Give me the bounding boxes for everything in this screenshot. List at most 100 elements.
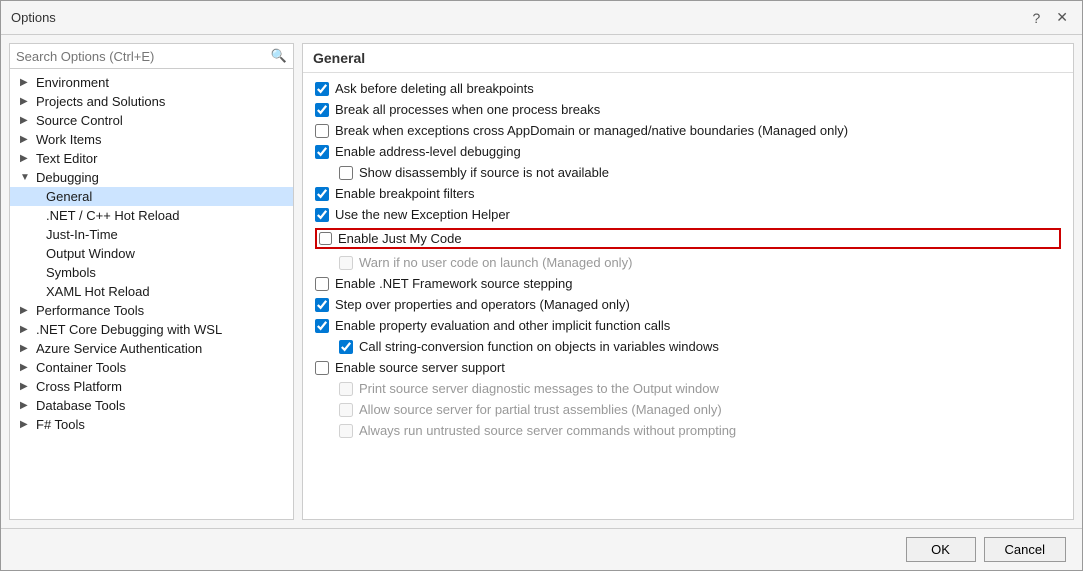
- option-row: Call string-conversion function on objec…: [315, 339, 1061, 354]
- tree-item-label: Azure Service Authentication: [36, 341, 202, 356]
- checkbox-opt3[interactable]: [315, 124, 329, 138]
- option-row: Ask before deleting all breakpoints: [315, 81, 1061, 96]
- tree-item-cross-platform[interactable]: ▶Cross Platform: [10, 377, 293, 396]
- option-row: Enable breakpoint filters: [315, 186, 1061, 201]
- checkbox-opt4[interactable]: [315, 145, 329, 159]
- checkbox-opt11[interactable]: [315, 298, 329, 312]
- tree-item-label: Text Editor: [36, 151, 97, 166]
- tree-child-symbols[interactable]: Symbols: [10, 263, 293, 282]
- checkbox-opt15: [339, 382, 353, 396]
- tree-item-database-tools[interactable]: ▶Database Tools: [10, 396, 293, 415]
- option-label[interactable]: Enable address-level debugging: [335, 144, 521, 159]
- option-row: Step over properties and operators (Mana…: [315, 297, 1061, 312]
- option-row: Break when exceptions cross AppDomain or…: [315, 123, 1061, 138]
- tree-item-label: Projects and Solutions: [36, 94, 165, 109]
- option-row: Enable source server support: [315, 360, 1061, 375]
- checkbox-opt14[interactable]: [315, 361, 329, 375]
- checkbox-opt17: [339, 424, 353, 438]
- checkbox-opt9: [339, 256, 353, 270]
- option-label[interactable]: Enable breakpoint filters: [335, 186, 474, 201]
- expand-arrow-icon: ▶: [20, 153, 32, 164]
- checkbox-opt2[interactable]: [315, 103, 329, 117]
- option-row: Enable address-level debugging: [315, 144, 1061, 159]
- tree-item-f#-tools[interactable]: ▶F# Tools: [10, 415, 293, 434]
- tree-item-label: Source Control: [36, 113, 123, 128]
- title-bar-controls: ? ✕: [1028, 7, 1072, 28]
- tree-child-general[interactable]: General: [10, 187, 293, 206]
- expand-arrow-icon: ▶: [20, 96, 32, 107]
- tree-item-.net-core-debugging-with-wsl[interactable]: ▶.NET Core Debugging with WSL: [10, 320, 293, 339]
- option-label[interactable]: Ask before deleting all breakpoints: [335, 81, 534, 96]
- help-button[interactable]: ?: [1028, 8, 1044, 28]
- search-input[interactable]: [16, 49, 271, 64]
- tree-item-label: Environment: [36, 75, 109, 90]
- tree-item-label: Work Items: [36, 132, 102, 147]
- tree-item-debugging[interactable]: ▼Debugging: [10, 168, 293, 187]
- tree-item-text-editor[interactable]: ▶ Text Editor: [10, 149, 293, 168]
- tree-item-projects-and-solutions[interactable]: ▶ Projects and Solutions: [10, 92, 293, 111]
- option-label[interactable]: Enable Just My Code: [338, 231, 462, 246]
- checkbox-opt1[interactable]: [315, 82, 329, 96]
- tree-child-output-window[interactable]: Output Window: [10, 244, 293, 263]
- tree-item-label: Cross Platform: [36, 379, 122, 394]
- cancel-button[interactable]: Cancel: [984, 537, 1066, 562]
- tree-child--net-c++-hot-reload[interactable]: .NET / C++ Hot Reload: [10, 206, 293, 225]
- checkbox-opt16: [339, 403, 353, 417]
- option-label[interactable]: Break when exceptions cross AppDomain or…: [335, 123, 848, 138]
- dialog-title: Options: [11, 10, 56, 25]
- expand-arrow-icon: ▶: [20, 77, 32, 88]
- checkbox-opt8[interactable]: [319, 232, 332, 245]
- checkbox-opt10[interactable]: [315, 277, 329, 291]
- checkbox-opt6[interactable]: [315, 187, 329, 201]
- checkbox-opt7[interactable]: [315, 208, 329, 222]
- collapse-arrow-icon: ▼: [20, 172, 32, 183]
- expand-arrow-icon: ▶: [20, 134, 32, 145]
- checkbox-opt12[interactable]: [315, 319, 329, 333]
- option-label[interactable]: Break all processes when one process bre…: [335, 102, 600, 117]
- expand-arrow-icon: ▶: [20, 324, 32, 335]
- close-button[interactable]: ✕: [1052, 7, 1072, 28]
- dialog-footer: OK Cancel: [1, 528, 1082, 570]
- option-label: Always run untrusted source server comma…: [359, 423, 736, 438]
- tree-child-xaml-hot-reload[interactable]: XAML Hot Reload: [10, 282, 293, 301]
- option-label[interactable]: Use the new Exception Helper: [335, 207, 510, 222]
- dialog-body: 🔍 ▶Environment▶Projects and Solutions▶So…: [1, 35, 1082, 528]
- options-dialog: Options ? ✕ 🔍 ▶ Environment ▶ Projects and …: [0, 0, 1083, 571]
- right-panel: General Ask before deleting all breakpoi…: [302, 43, 1074, 520]
- option-label[interactable]: Enable source server support: [335, 360, 505, 375]
- search-icon: 🔍: [271, 48, 287, 64]
- option-row: Always run untrusted source server comma…: [315, 423, 1061, 438]
- tree-item-container-tools[interactable]: ▶Container Tools: [10, 358, 293, 377]
- option-row: Use the new Exception Helper: [315, 207, 1061, 222]
- option-label[interactable]: Step over properties and operators (Mana…: [335, 297, 630, 312]
- option-row: Print source server diagnostic messages …: [315, 381, 1061, 396]
- option-label: Print source server diagnostic messages …: [359, 381, 719, 396]
- title-bar: Options ? ✕: [1, 1, 1082, 35]
- tree-item-azure-service-authentication[interactable]: ▶ Azure Service Authentication: [10, 339, 293, 358]
- option-row: Enable .NET Framework source stepping: [315, 276, 1061, 291]
- tree-item-label: Performance Tools: [36, 303, 144, 318]
- tree-item-source-control[interactable]: ▶Source Control: [10, 111, 293, 130]
- tree-container: ▶Environment▶Projects and Solutions▶Sour…: [10, 69, 293, 519]
- option-row: Enable property evaluation and other imp…: [315, 318, 1061, 333]
- expand-arrow-icon: ▶: [20, 305, 32, 316]
- expand-arrow-icon: ▶: [20, 343, 32, 354]
- option-label[interactable]: Call string-conversion function on objec…: [359, 339, 719, 354]
- ok-button[interactable]: OK: [906, 537, 976, 562]
- tree-item-work-items[interactable]: ▶ Work Items: [10, 130, 293, 149]
- option-row: Warn if no user code on launch (Managed …: [315, 255, 1061, 270]
- option-row-highlighted: Enable Just My Code: [315, 228, 1061, 249]
- option-label[interactable]: Show disassembly if source is not availa…: [359, 165, 609, 180]
- option-label[interactable]: Enable .NET Framework source stepping: [335, 276, 572, 291]
- right-panel-header: General: [303, 44, 1073, 73]
- left-panel: 🔍 ▶Environment▶Projects and Solutions▶So…: [9, 43, 294, 520]
- option-label[interactable]: Enable property evaluation and other imp…: [335, 318, 670, 333]
- tree-item-environment[interactable]: ▶ Environment: [10, 73, 293, 92]
- option-row: Break all processes when one process bre…: [315, 102, 1061, 117]
- expand-arrow-icon: ▶: [20, 419, 32, 430]
- checkbox-opt13[interactable]: [339, 340, 353, 354]
- checkbox-opt5[interactable]: [339, 166, 353, 180]
- tree-child-just-in-time[interactable]: Just-In-Time: [10, 225, 293, 244]
- search-box: 🔍: [10, 44, 293, 69]
- tree-item-performance-tools[interactable]: ▶ Performance Tools: [10, 301, 293, 320]
